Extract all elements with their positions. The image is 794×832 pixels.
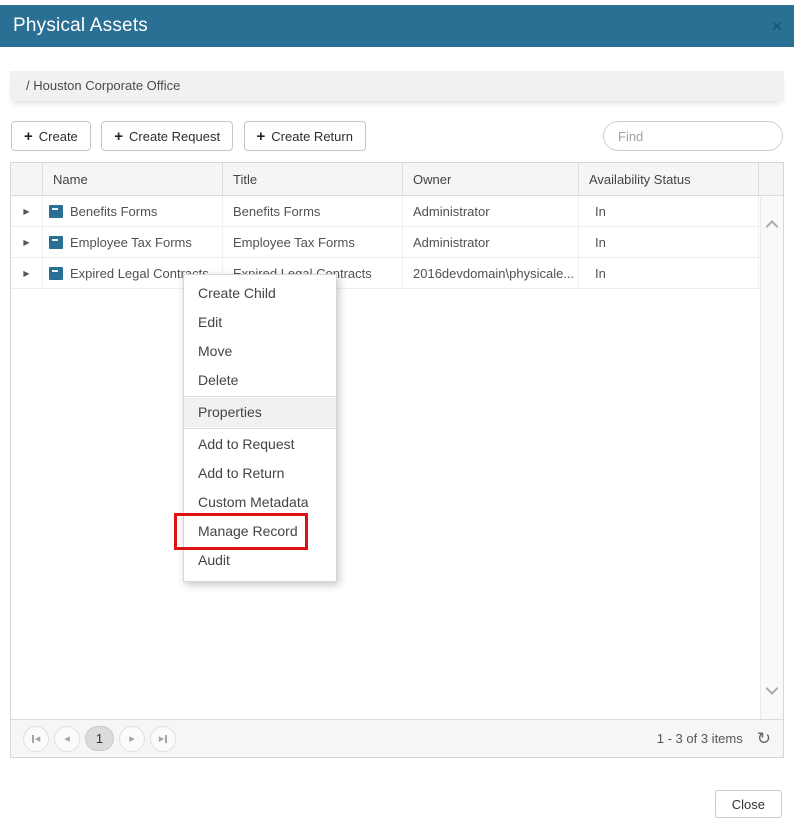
next-page-button[interactable]: ▸: [119, 726, 145, 752]
row-expander-cell: ▶: [11, 196, 43, 226]
column-header-title[interactable]: Title: [223, 163, 403, 195]
find-input[interactable]: [603, 121, 783, 151]
menu-separator: [184, 396, 336, 397]
scroll-up-icon[interactable]: [766, 220, 779, 233]
plus-icon: +: [257, 128, 266, 145]
create-button[interactable]: + Create: [11, 121, 91, 151]
previous-page-button[interactable]: ◂: [54, 726, 80, 752]
scroll-down-icon[interactable]: [766, 682, 779, 695]
first-page-icon: [32, 735, 34, 743]
row-expander-cell: ▶: [11, 258, 43, 288]
assets-grid: Name Title Owner Availability Status ▶ B…: [10, 162, 784, 758]
column-header-availability-status[interactable]: Availability Status: [579, 163, 759, 195]
menu-item-add-to-request[interactable]: Add to Request: [184, 430, 336, 459]
table-row-employee-tax-forms[interactable]: ▶ Employee Tax Forms Employee Tax Forms …: [11, 227, 783, 258]
menu-item-delete[interactable]: Delete: [184, 366, 336, 395]
title-cell: Benefits Forms: [223, 196, 403, 226]
asset-name: Employee Tax Forms: [70, 235, 192, 250]
owner-cell: Administrator: [403, 227, 579, 257]
menu-separator: [184, 428, 336, 429]
dialog-titlebar: Physical Assets ×: [0, 5, 794, 47]
menu-item-create-child[interactable]: Create Child: [184, 279, 336, 308]
column-header-owner[interactable]: Owner: [403, 163, 579, 195]
menu-item-move[interactable]: Move: [184, 337, 336, 366]
close-button[interactable]: Close: [715, 790, 782, 818]
column-header-name[interactable]: Name: [43, 163, 223, 195]
breadcrumb[interactable]: / Houston Corporate Office: [10, 71, 784, 101]
owner-cell: 2016devdomain\physicale...: [403, 258, 579, 288]
plus-icon: +: [114, 128, 123, 145]
expand-arrow-icon[interactable]: ▶: [23, 207, 29, 216]
physical-assets-dialog: Physical Assets × / Houston Corporate Of…: [0, 0, 794, 832]
menu-item-edit[interactable]: Edit: [184, 308, 336, 337]
status-cell: In: [579, 258, 759, 288]
create-request-button[interactable]: + Create Request: [101, 121, 233, 151]
vertical-scrollbar[interactable]: [760, 196, 783, 719]
pager: ◂ ◂ 1 ▸ ▸ 1 - 3 of 3 items ↻: [11, 719, 783, 757]
asset-box-icon: [49, 267, 63, 280]
create-return-button[interactable]: + Create Return: [244, 121, 366, 151]
expand-arrow-icon[interactable]: ▶: [23, 269, 29, 278]
table-row-benefits-forms[interactable]: ▶ Benefits Forms Benefits Forms Administ…: [11, 196, 783, 227]
name-cell: Benefits Forms: [43, 196, 223, 226]
menu-item-manage-record[interactable]: Manage Record: [184, 517, 336, 546]
menu-item-add-to-return[interactable]: Add to Return: [184, 459, 336, 488]
header-expander-column: [11, 163, 43, 195]
menu-item-properties[interactable]: Properties: [184, 398, 336, 427]
context-menu: Create Child Edit Move Delete Properties…: [183, 274, 337, 582]
close-icon[interactable]: ×: [772, 18, 782, 35]
menu-item-audit[interactable]: Audit: [184, 546, 336, 575]
status-cell: In: [579, 227, 759, 257]
last-page-button[interactable]: ▸: [150, 726, 176, 752]
expand-arrow-icon[interactable]: ▶: [23, 238, 29, 247]
menu-item-manage-record-label: Manage Record: [198, 523, 298, 539]
name-cell: Employee Tax Forms: [43, 227, 223, 257]
table-row-expired-legal-contracts[interactable]: ▶ Expired Legal Contracts Expired Legal …: [11, 258, 783, 289]
pager-info: 1 - 3 of 3 items: [657, 731, 743, 746]
menu-item-custom-metadata[interactable]: Custom Metadata: [184, 488, 336, 517]
create-request-button-label: Create Request: [129, 129, 220, 144]
refresh-icon[interactable]: ↻: [757, 729, 771, 749]
create-return-button-label: Create Return: [271, 129, 353, 144]
owner-cell: Administrator: [403, 196, 579, 226]
grid-header: Name Title Owner Availability Status: [11, 163, 783, 196]
first-page-button[interactable]: ◂: [23, 726, 49, 752]
row-expander-cell: ▶: [11, 227, 43, 257]
next-page-icon: ▸: [129, 732, 135, 745]
title-cell: Employee Tax Forms: [223, 227, 403, 257]
current-page-button[interactable]: 1: [85, 726, 114, 751]
plus-icon: +: [24, 128, 33, 145]
last-page-icon: [165, 735, 167, 743]
previous-page-icon: ◂: [64, 732, 70, 745]
dialog-title: Physical Assets: [0, 15, 148, 37]
status-cell: In: [579, 196, 759, 226]
asset-box-icon: [49, 205, 63, 218]
asset-name: Benefits Forms: [70, 204, 157, 219]
asset-box-icon: [49, 236, 63, 249]
create-button-label: Create: [39, 129, 78, 144]
toolbar: + Create + Create Request + Create Retur…: [11, 121, 783, 151]
